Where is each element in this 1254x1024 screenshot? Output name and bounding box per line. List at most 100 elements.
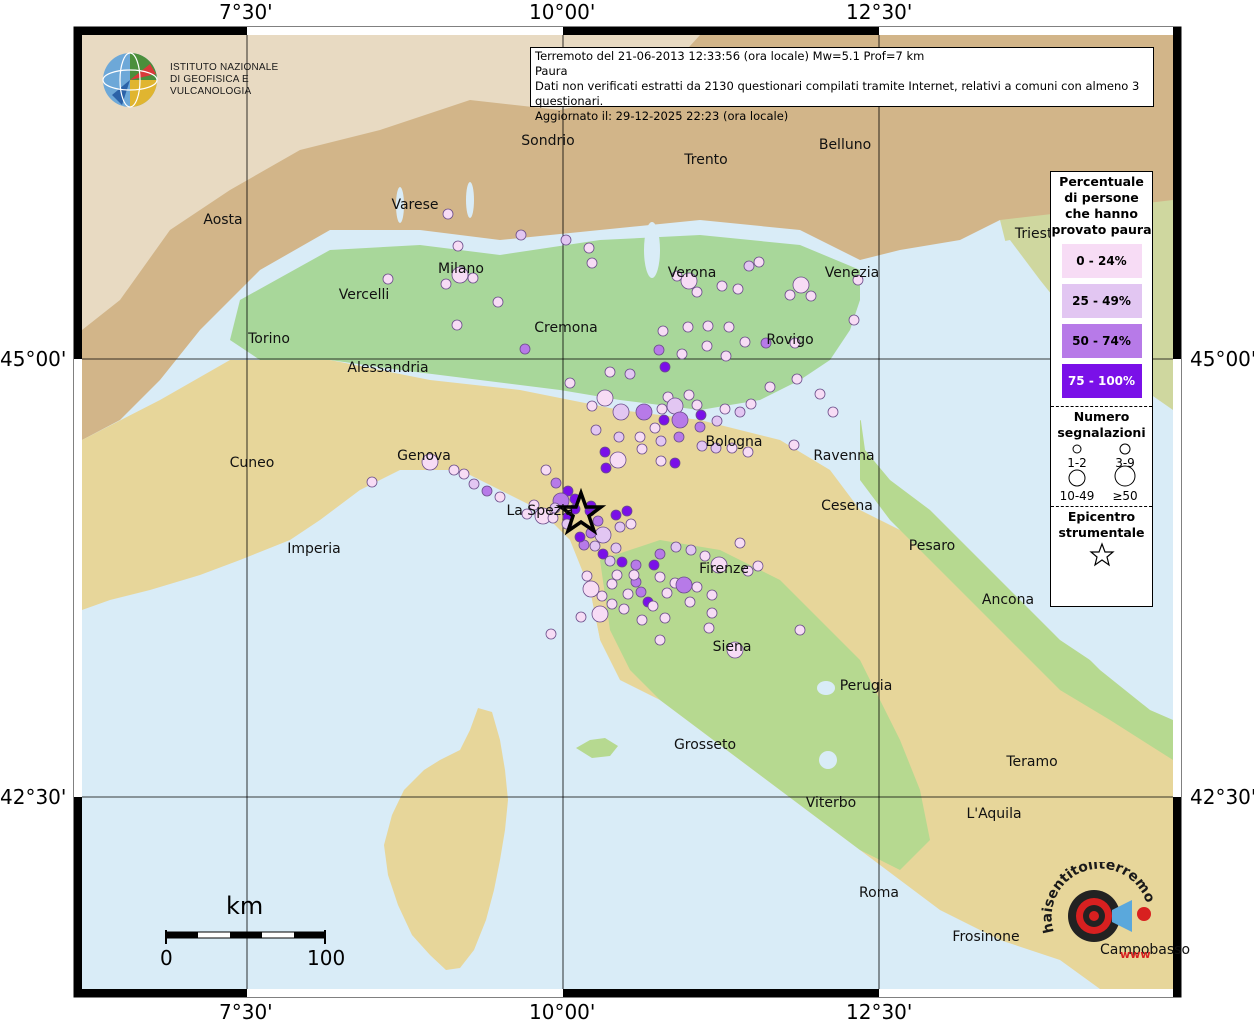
felt-report-point[interactable] bbox=[670, 541, 682, 553]
felt-report-point[interactable] bbox=[628, 569, 640, 581]
felt-report-point[interactable] bbox=[583, 242, 595, 254]
felt-report-point[interactable] bbox=[739, 336, 751, 348]
felt-report-point[interactable] bbox=[630, 559, 642, 571]
felt-report-point[interactable] bbox=[382, 273, 394, 285]
felt-report-point[interactable] bbox=[589, 540, 601, 552]
felt-report-point[interactable] bbox=[716, 280, 728, 292]
felt-report-point[interactable] bbox=[452, 240, 464, 252]
felt-report-point[interactable] bbox=[614, 521, 626, 533]
felt-report-point[interactable] bbox=[649, 422, 661, 434]
felt-report-point[interactable] bbox=[647, 600, 659, 612]
felt-report-point[interactable] bbox=[719, 403, 731, 415]
felt-report-point[interactable] bbox=[492, 296, 504, 308]
felt-report-point[interactable] bbox=[613, 431, 625, 443]
felt-report-point[interactable] bbox=[676, 348, 688, 360]
felt-report-point[interactable] bbox=[675, 576, 693, 594]
felt-report-point[interactable] bbox=[753, 256, 765, 268]
felt-report-point[interactable] bbox=[448, 464, 460, 476]
felt-report-point[interactable] bbox=[792, 276, 810, 294]
felt-report-point[interactable] bbox=[621, 505, 633, 517]
felt-report-point[interactable] bbox=[634, 431, 646, 443]
felt-report-point[interactable] bbox=[610, 542, 622, 554]
felt-report-point[interactable] bbox=[682, 321, 694, 333]
felt-report-point[interactable] bbox=[612, 403, 630, 421]
felt-report-point[interactable] bbox=[723, 321, 735, 333]
felt-report-point[interactable] bbox=[515, 229, 527, 241]
felt-report-point[interactable] bbox=[600, 462, 612, 474]
felt-report-point[interactable] bbox=[494, 491, 506, 503]
felt-report-point[interactable] bbox=[606, 578, 618, 590]
felt-report-point[interactable] bbox=[604, 366, 616, 378]
felt-report-point[interactable] bbox=[564, 377, 576, 389]
felt-report-point[interactable] bbox=[586, 400, 598, 412]
felt-report-point[interactable] bbox=[659, 361, 671, 373]
felt-report-point[interactable] bbox=[671, 411, 689, 429]
felt-report-point[interactable] bbox=[685, 544, 697, 556]
felt-report-point[interactable] bbox=[635, 403, 653, 421]
felt-report-point[interactable] bbox=[654, 571, 666, 583]
felt-report-point[interactable] bbox=[658, 414, 670, 426]
felt-report-point[interactable] bbox=[648, 559, 660, 571]
felt-report-point[interactable] bbox=[695, 409, 707, 421]
felt-report-point[interactable] bbox=[616, 556, 628, 568]
felt-report-point[interactable] bbox=[752, 560, 764, 572]
felt-report-point[interactable] bbox=[591, 605, 609, 623]
felt-report-point[interactable] bbox=[609, 451, 627, 469]
felt-report-point[interactable] bbox=[732, 283, 744, 295]
felt-report-point[interactable] bbox=[575, 611, 587, 623]
felt-report-point[interactable] bbox=[848, 314, 860, 326]
felt-report-point[interactable] bbox=[635, 586, 647, 598]
felt-report-point[interactable] bbox=[366, 476, 378, 488]
felt-report-point[interactable] bbox=[574, 531, 586, 543]
felt-report-point[interactable] bbox=[481, 485, 493, 497]
felt-report-point[interactable] bbox=[734, 406, 746, 418]
felt-report-point[interactable] bbox=[827, 406, 839, 418]
felt-report-point[interactable] bbox=[720, 350, 732, 362]
felt-report-point[interactable] bbox=[550, 477, 562, 489]
felt-report-point[interactable] bbox=[592, 515, 604, 527]
felt-report-point[interactable] bbox=[694, 421, 706, 433]
felt-report-point[interactable] bbox=[624, 368, 636, 380]
felt-report-point[interactable] bbox=[655, 435, 667, 447]
felt-report-point[interactable] bbox=[657, 325, 669, 337]
felt-report-point[interactable] bbox=[702, 320, 714, 332]
felt-report-point[interactable] bbox=[656, 403, 668, 415]
felt-report-point[interactable] bbox=[784, 289, 796, 301]
felt-report-point[interactable] bbox=[596, 389, 614, 407]
felt-report-point[interactable] bbox=[611, 569, 623, 581]
felt-report-point[interactable] bbox=[691, 286, 703, 298]
haisentito-stamp[interactable]: haisentitoilterremoto.it www bbox=[1035, 850, 1160, 962]
felt-report-point[interactable] bbox=[590, 424, 602, 436]
felt-report-point[interactable] bbox=[669, 457, 681, 469]
felt-report-point[interactable] bbox=[684, 596, 696, 608]
felt-report-point[interactable] bbox=[519, 343, 531, 355]
felt-report-point[interactable] bbox=[691, 399, 703, 411]
felt-report-point[interactable] bbox=[764, 381, 776, 393]
felt-report-point[interactable] bbox=[805, 290, 817, 302]
felt-report-point[interactable] bbox=[691, 581, 703, 593]
felt-report-point[interactable] bbox=[701, 340, 713, 352]
felt-report-point[interactable] bbox=[699, 550, 711, 562]
felt-report-point[interactable] bbox=[655, 455, 667, 467]
felt-report-point[interactable] bbox=[636, 443, 648, 455]
felt-report-point[interactable] bbox=[814, 388, 826, 400]
felt-report-point[interactable] bbox=[653, 344, 665, 356]
felt-report-point[interactable] bbox=[794, 624, 806, 636]
felt-report-point[interactable] bbox=[654, 548, 666, 560]
felt-report-point[interactable] bbox=[582, 580, 600, 598]
felt-report-point[interactable] bbox=[468, 478, 480, 490]
felt-report-point[interactable] bbox=[706, 607, 718, 619]
felt-report-point[interactable] bbox=[734, 537, 746, 549]
felt-report-point[interactable] bbox=[581, 570, 593, 582]
felt-report-point[interactable] bbox=[654, 634, 666, 646]
felt-report-point[interactable] bbox=[606, 598, 618, 610]
felt-report-point[interactable] bbox=[706, 589, 718, 601]
felt-report-point[interactable] bbox=[625, 518, 637, 530]
felt-report-point[interactable] bbox=[711, 415, 723, 427]
felt-report-point[interactable] bbox=[594, 526, 612, 544]
felt-report-point[interactable] bbox=[440, 278, 452, 290]
felt-report-point[interactable] bbox=[458, 468, 470, 480]
felt-report-point[interactable] bbox=[745, 398, 757, 410]
felt-report-point[interactable] bbox=[703, 622, 715, 634]
felt-report-point[interactable] bbox=[683, 389, 695, 401]
